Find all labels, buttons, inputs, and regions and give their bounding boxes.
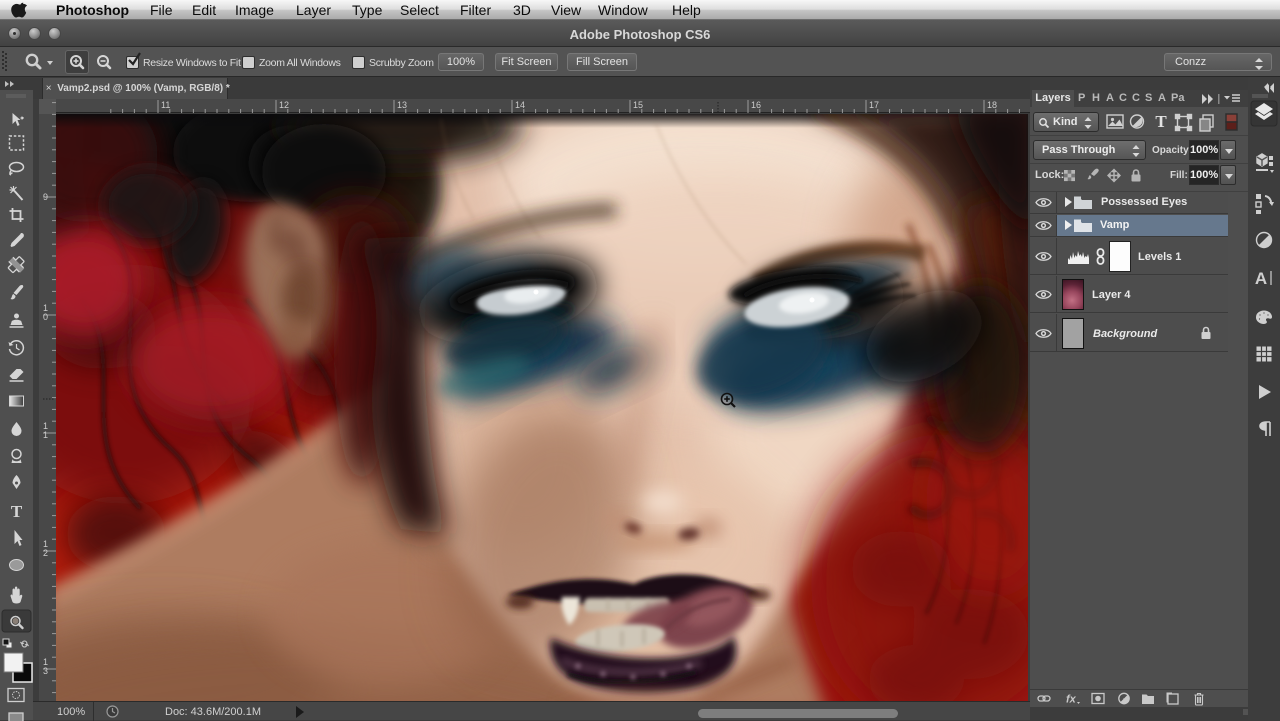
svg-text:0: 0	[43, 312, 48, 322]
svg-text:11: 11	[161, 100, 170, 110]
svg-text:17: 17	[869, 100, 879, 110]
svg-text:16: 16	[751, 100, 761, 110]
svg-text:A: A	[1255, 269, 1267, 288]
svg-text:fx: fx	[1066, 694, 1077, 706]
svg-text:3: 3	[43, 666, 48, 676]
svg-text:12: 12	[279, 100, 289, 110]
svg-text:14: 14	[515, 100, 525, 110]
svg-text:18: 18	[987, 100, 997, 110]
svg-text:2: 2	[43, 548, 48, 558]
svg-text:13: 13	[397, 100, 407, 110]
svg-text:1: 1	[43, 430, 48, 440]
svg-text:9: 9	[43, 192, 48, 202]
svg-text:T: T	[1155, 112, 1167, 131]
svg-text:15: 15	[633, 100, 643, 110]
svg-text:T: T	[11, 502, 23, 521]
